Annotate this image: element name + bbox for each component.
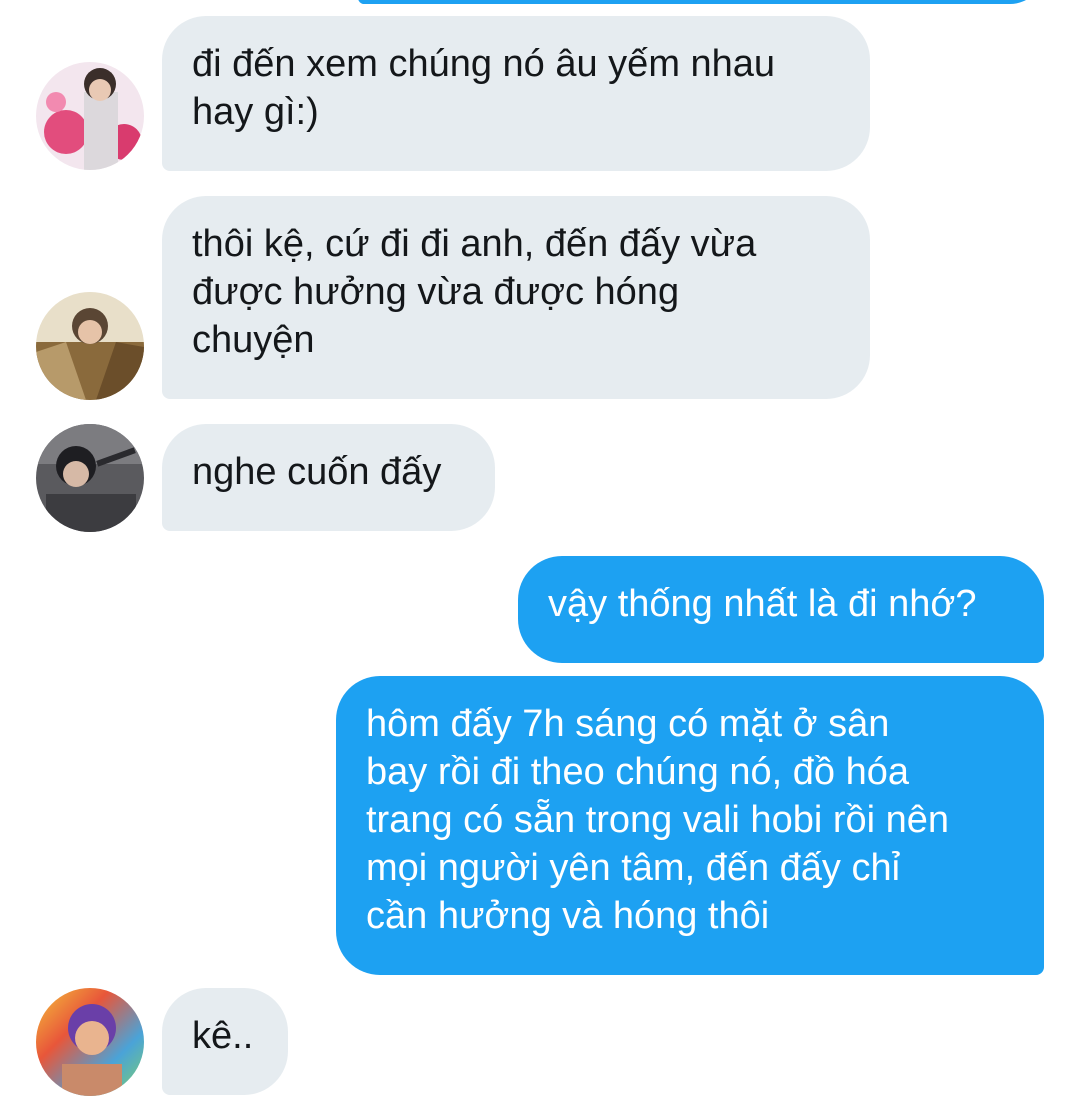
message-bubble-incoming[interactable]: nghe cuốn đấy (162, 424, 495, 531)
avatar-1-icon[interactable] (36, 62, 144, 170)
partial-outgoing-bubble (358, 0, 1044, 4)
message-bubble-outgoing[interactable]: vậy thống nhất là đi nhớ? (518, 556, 1044, 663)
message-bubble-outgoing[interactable]: hôm đấy 7h sáng có mặt ở sân bay rồi đi … (336, 676, 1044, 975)
avatar-3-icon[interactable] (36, 424, 144, 532)
avatar-2-icon[interactable] (36, 292, 144, 400)
message-bubble-incoming[interactable]: kê.. (162, 988, 288, 1095)
dm-conversation: đi đến xem chúng nó âu yếm nhau hay gì:)… (0, 0, 1080, 1114)
message-bubble-incoming[interactable]: thôi kệ, cứ đi đi anh, đến đấy vừa được … (162, 196, 870, 399)
avatar-4-icon[interactable] (36, 988, 144, 1096)
message-bubble-incoming[interactable]: đi đến xem chúng nó âu yếm nhau hay gì:) (162, 16, 870, 171)
